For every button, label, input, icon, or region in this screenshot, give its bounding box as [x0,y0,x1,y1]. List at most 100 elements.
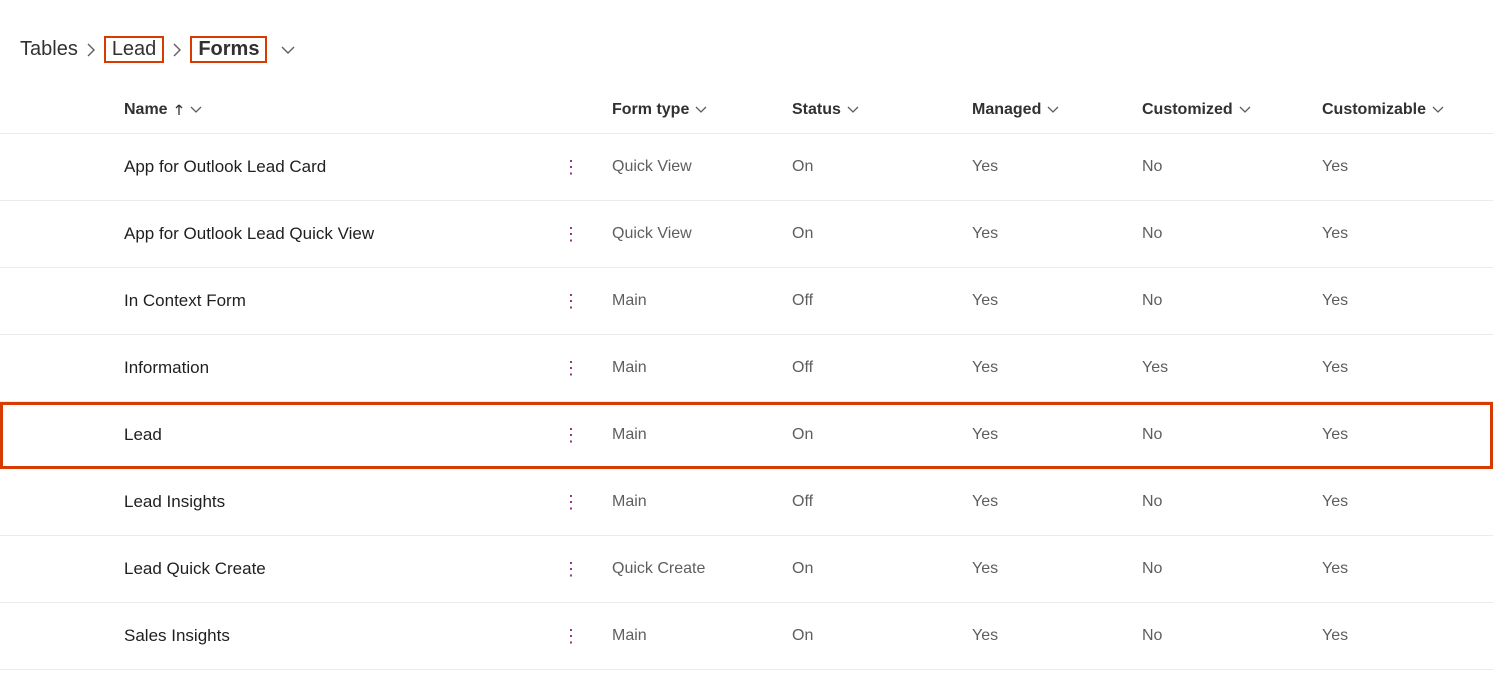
cell-customized: No [1130,402,1310,469]
column-label-customized: Customized [1142,101,1233,119]
cell-customizable: Yes [1310,335,1493,402]
cell-managed: Yes [960,402,1130,469]
chevron-down-icon [190,101,202,119]
row-select-cell[interactable] [0,201,112,268]
row-select-cell[interactable] [0,469,112,536]
table-row[interactable]: Information⋮MainOffYesYesYes [0,335,1493,402]
row-select-cell[interactable] [0,268,112,335]
cell-name[interactable]: App for Outlook Lead Card [112,134,542,201]
chevron-down-icon [1432,101,1444,119]
cell-form-type: Quick Create [600,536,780,603]
more-actions-button[interactable]: ⋮ [554,288,588,314]
more-actions-button[interactable]: ⋮ [554,221,588,247]
cell-managed: Yes [960,134,1130,201]
cell-form-type: Main [600,268,780,335]
cell-actions: ⋮ [542,402,600,469]
breadcrumb-current: Forms [198,38,259,61]
chevron-down-icon [695,101,707,119]
cell-customizable: Yes [1310,402,1493,469]
cell-customized: No [1130,536,1310,603]
cell-customized: No [1130,469,1310,536]
cell-form-type: Main [600,335,780,402]
cell-customized: Yes [1130,335,1310,402]
chevron-down-icon [1047,101,1059,119]
column-label-name: Name [124,101,168,119]
cell-customized: No [1130,268,1310,335]
more-actions-button[interactable]: ⋮ [554,623,588,649]
breadcrumb-lead-highlight: Lead [104,36,165,63]
cell-name[interactable]: Sales Insights [112,603,542,670]
forms-table: Name Form type [0,83,1493,670]
breadcrumb-tables-link[interactable]: Tables [20,38,78,61]
cell-customizable: Yes [1310,603,1493,670]
cell-managed: Yes [960,201,1130,268]
cell-status: Off [780,469,960,536]
cell-name[interactable]: Information [112,335,542,402]
sort-asc-icon [174,104,184,116]
column-label-status: Status [792,101,841,119]
table-row[interactable]: Lead⋮MainOnYesNoYes [0,402,1493,469]
cell-status: Off [780,268,960,335]
cell-form-type: Main [600,469,780,536]
cell-customizable: Yes [1310,469,1493,536]
cell-name[interactable]: Lead [112,402,542,469]
cell-actions: ⋮ [542,469,600,536]
more-actions-button[interactable]: ⋮ [554,556,588,582]
cell-form-type: Quick View [600,134,780,201]
cell-managed: Yes [960,603,1130,670]
cell-actions: ⋮ [542,268,600,335]
column-label-form-type: Form type [612,101,689,119]
cell-status: Off [780,335,960,402]
chevron-down-icon[interactable] [281,45,295,55]
cell-actions: ⋮ [542,201,600,268]
cell-form-type: Quick View [600,201,780,268]
cell-name[interactable]: Lead Insights [112,469,542,536]
table-row[interactable]: Lead Quick Create⋮Quick CreateOnYesNoYes [0,536,1493,603]
cell-name[interactable]: In Context Form [112,268,542,335]
chevron-down-icon [847,101,859,119]
table-header-row: Name Form type [0,83,1493,134]
cell-name[interactable]: App for Outlook Lead Quick View [112,201,542,268]
table-row[interactable]: Lead Insights⋮MainOffYesNoYes [0,469,1493,536]
more-actions-button[interactable]: ⋮ [554,355,588,381]
row-select-cell[interactable] [0,536,112,603]
column-header-actions [542,83,600,134]
cell-managed: Yes [960,335,1130,402]
chevron-right-icon [172,43,182,57]
table-row[interactable]: App for Outlook Lead Quick View ⋮ Quick Vi… [0,201,1493,268]
row-select-cell[interactable] [0,335,112,402]
table-row[interactable]: App for Outlook Lead Card⋮Quick ViewOnYe… [0,134,1493,201]
table-row[interactable]: Sales Insights⋮MainOnYesNoYes [0,603,1493,670]
row-select-cell[interactable] [0,402,112,469]
cell-status: On [780,536,960,603]
column-header-form-type[interactable]: Form type [600,83,780,134]
column-header-name[interactable]: Name [112,83,542,134]
cell-actions: ⋮ [542,536,600,603]
cell-customizable: Yes [1310,134,1493,201]
cell-customized: No [1130,134,1310,201]
cell-status: On [780,402,960,469]
column-header-managed[interactable]: Managed [960,83,1130,134]
cell-managed: Yes [960,536,1130,603]
more-actions-button[interactable]: ⋮ [554,154,588,180]
cell-customizable: Yes [1310,536,1493,603]
breadcrumb-lead-link[interactable]: Lead [112,38,157,61]
chevron-down-icon [1239,101,1251,119]
row-select-cell[interactable] [0,134,112,201]
column-header-customizable[interactable]: Customizable [1310,83,1493,134]
cell-managed: Yes [960,469,1130,536]
column-header-status[interactable]: Status [780,83,960,134]
column-header-customized[interactable]: Customized [1130,83,1310,134]
cell-customizable: Yes [1310,268,1493,335]
cell-name[interactable]: Lead Quick Create [112,536,542,603]
cell-status: On [780,603,960,670]
cell-customizable: Yes [1310,201,1493,268]
more-actions-button[interactable]: ⋮ [554,422,588,448]
more-actions-button[interactable]: ⋮ [554,489,588,515]
cell-form-type: Main [600,603,780,670]
cell-customized: No [1130,201,1310,268]
table-row[interactable]: In Context Form⋮MainOffYesNoYes [0,268,1493,335]
cell-actions: ⋮ [542,134,600,201]
row-select-cell[interactable] [0,603,112,670]
cell-actions: ⋮ [542,335,600,402]
